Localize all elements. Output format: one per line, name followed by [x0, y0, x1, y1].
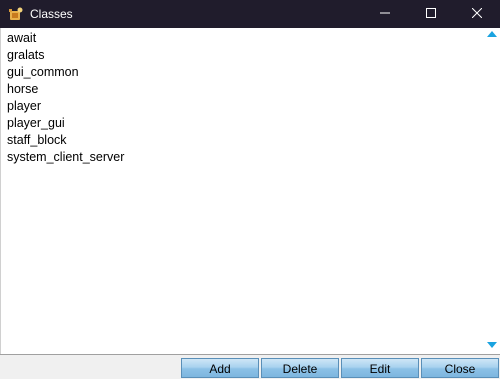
list-item[interactable]: player_gui	[7, 115, 484, 132]
scroll-up-arrow-icon[interactable]	[487, 31, 497, 37]
list-item[interactable]: await	[7, 30, 484, 47]
maximize-button[interactable]	[408, 0, 454, 28]
list-item[interactable]: gui_common	[7, 64, 484, 81]
button-bar: Add Delete Edit Close	[0, 354, 500, 379]
close-icon	[471, 5, 483, 23]
title-bar[interactable]: Classes	[0, 0, 500, 28]
class-list[interactable]: await gralats gui_common horse player pl…	[0, 28, 484, 354]
window-title: Classes	[30, 7, 73, 21]
delete-button[interactable]: Delete	[261, 358, 339, 378]
list-item[interactable]: staff_block	[7, 132, 484, 149]
close-window-button[interactable]	[454, 0, 500, 28]
app-logo-icon	[8, 6, 24, 22]
minimize-icon	[380, 5, 390, 23]
scroll-down-arrow-icon[interactable]	[487, 342, 497, 348]
add-button[interactable]: Add	[181, 358, 259, 378]
classes-window: Classes await gralats gui_common horse p…	[0, 0, 500, 379]
list-item[interactable]: gralats	[7, 47, 484, 64]
edit-button[interactable]: Edit	[341, 358, 419, 378]
list-item[interactable]: horse	[7, 81, 484, 98]
close-button[interactable]: Close	[421, 358, 499, 378]
maximize-icon	[426, 5, 436, 23]
minimize-button[interactable]	[362, 0, 408, 28]
list-item[interactable]: player	[7, 98, 484, 115]
list-item[interactable]: system_client_server	[7, 149, 484, 166]
vertical-scrollbar[interactable]	[484, 28, 500, 354]
